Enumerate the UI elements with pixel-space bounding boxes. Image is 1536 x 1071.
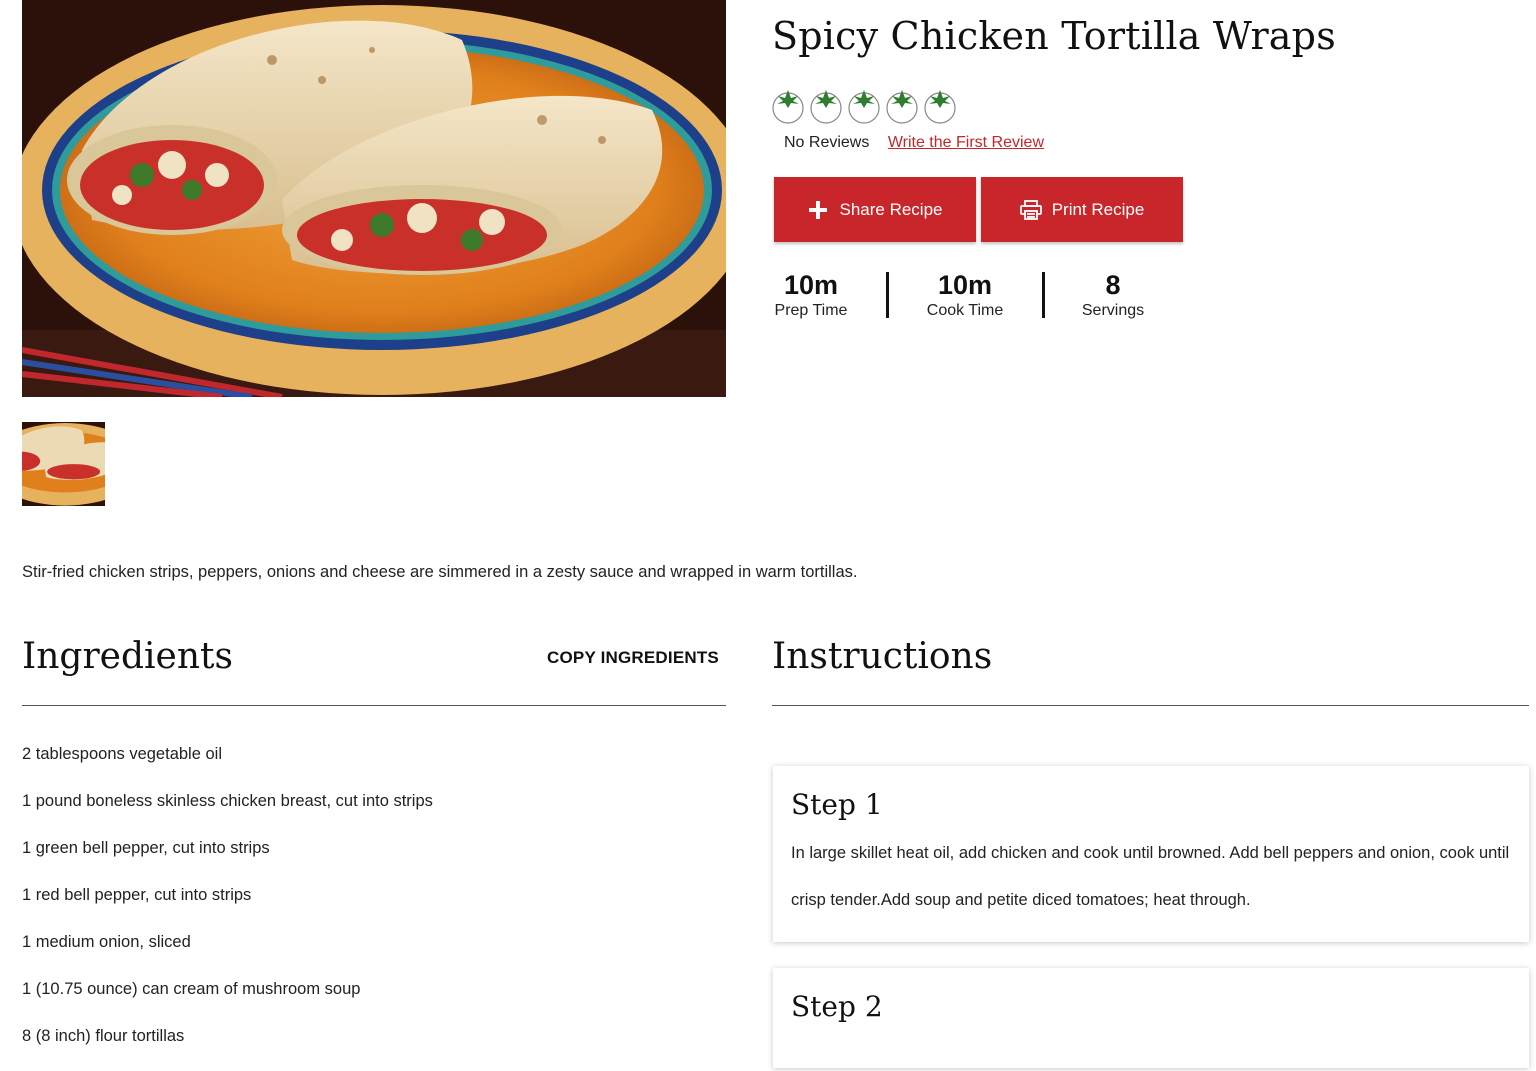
ingredients-heading: Ingredients: [22, 636, 233, 677]
ingredient-item: 1 pound boneless skinless chicken breast…: [22, 792, 433, 810]
cook-time: 10m Cook Time: [920, 268, 1010, 319]
instructions-heading: Instructions: [772, 636, 993, 677]
ingredient-item: 1 red bell pepper, cut into strips: [22, 886, 252, 904]
ingredients-divider: [22, 705, 726, 706]
printer-icon: [1019, 199, 1042, 221]
stats-divider: [886, 272, 889, 318]
step-card: Step 1 In large skillet heat oil, add ch…: [773, 766, 1529, 942]
cook-time-label: Cook Time: [926, 302, 1004, 319]
instructions-divider: [772, 705, 1529, 706]
tomato-icon[interactable]: [922, 84, 958, 124]
tomato-icon[interactable]: [770, 84, 806, 124]
servings: 8 Servings: [1078, 268, 1148, 319]
print-recipe-label: Print Recipe: [1051, 199, 1145, 219]
prep-time: 10m Prep Time: [772, 268, 850, 319]
wraps-photo: [22, 0, 726, 397]
rating-tomatoes[interactable]: [770, 84, 958, 124]
write-review-link[interactable]: Write the First Review: [888, 134, 1044, 151]
copy-ingredients-button[interactable]: COPY INGREDIENTS: [547, 648, 719, 668]
stats-divider: [1042, 272, 1045, 318]
recipe-description: Stir-fried chicken strips, peppers, onio…: [22, 562, 858, 581]
reviews-line: No Reviews Write the First Review: [784, 134, 1044, 152]
recipe-title: Spicy Chicken Tortilla Wraps: [772, 14, 1336, 58]
ingredients-list: 2 tablespoons vegetable oil 1 pound bone…: [22, 742, 433, 1071]
servings-label: Servings: [1081, 302, 1145, 319]
prep-time-label: Prep Time: [774, 302, 848, 319]
prep-time-value: 10m: [783, 270, 839, 300]
step-title: Step 2: [791, 990, 883, 1023]
recipe-thumbnail[interactable]: [22, 422, 105, 506]
print-recipe-button[interactable]: Print Recipe: [981, 177, 1183, 242]
tomato-icon[interactable]: [808, 84, 844, 124]
ingredient-item: 1 green bell pepper, cut into strips: [22, 839, 270, 857]
ingredient-item: 2 tablespoons vegetable oil: [22, 745, 222, 763]
recipe-hero-image: [22, 0, 726, 397]
tomato-icon[interactable]: [884, 84, 920, 124]
step-title: Step 1: [791, 788, 883, 821]
step-text: In large skillet heat oil, add chicken a…: [791, 844, 1510, 909]
ingredient-item: 8 (8 inch) flour tortillas: [22, 1027, 185, 1045]
ingredient-item: 1 (10.75 ounce) can cream of mushroom so…: [22, 980, 361, 998]
servings-value: 8: [1105, 270, 1121, 300]
no-reviews-text: No Reviews: [784, 134, 870, 151]
thumbnail-photo: [22, 422, 105, 506]
cook-time-value: 10m: [937, 270, 993, 300]
ingredient-item: 1 medium onion, sliced: [22, 933, 191, 951]
tomato-icon[interactable]: [846, 84, 882, 124]
share-recipe-label: Share Recipe: [839, 199, 943, 219]
step-card: Step 2: [773, 968, 1529, 1068]
plus-icon: [807, 199, 829, 221]
share-recipe-button[interactable]: Share Recipe: [774, 177, 976, 242]
